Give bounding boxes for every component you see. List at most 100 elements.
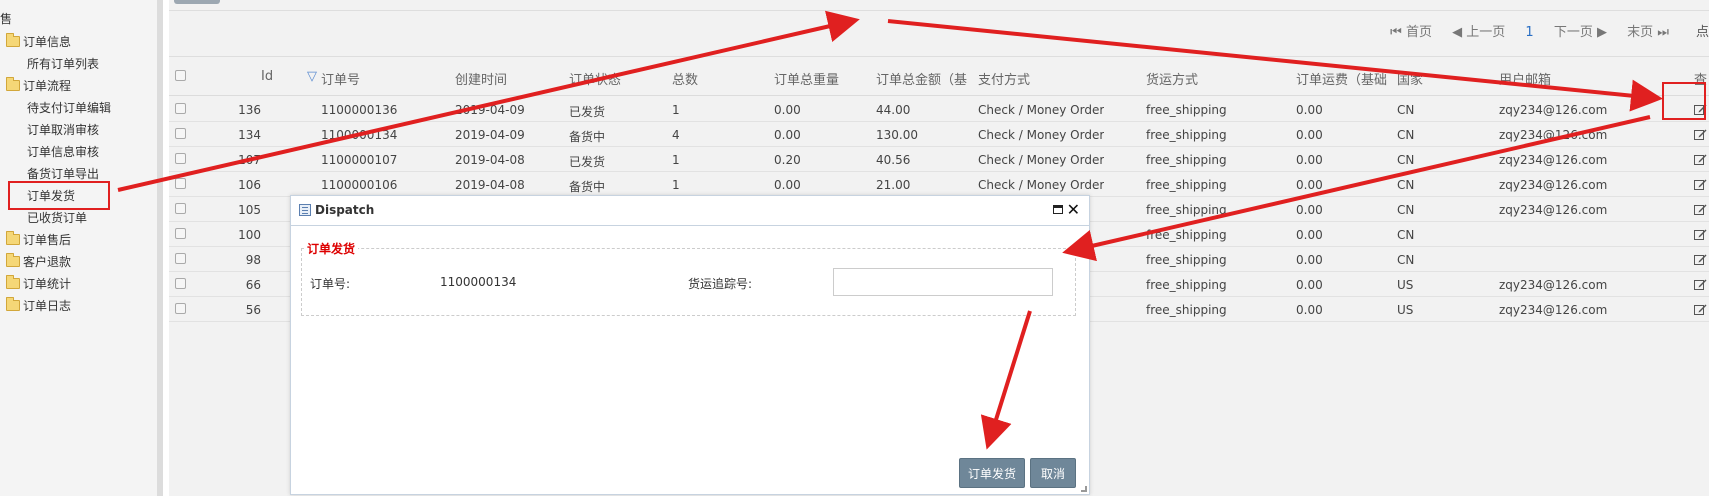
table-header: Id ▽ 订单号 创建时间 订单状态 总数 订单总重量 订单总金额（基 支付方式…	[169, 56, 1709, 96]
sidebar-item-label: 所有订单列表	[27, 57, 100, 71]
dialog-title: Dispatch	[315, 203, 375, 217]
sidebar-folder-statistics[interactable]: 订单统计	[6, 274, 71, 295]
cell-email: zqy234@126.com	[1499, 178, 1608, 192]
cell-id: 105	[238, 203, 261, 217]
close-icon[interactable]: ✕	[1067, 200, 1080, 220]
sidebar-folder-log[interactable]: 订单日志	[6, 296, 71, 317]
edit-icon[interactable]	[1694, 128, 1707, 140]
cell-status: 备货中	[569, 180, 606, 194]
pager-first-label: 首页	[1405, 25, 1432, 40]
edit-icon[interactable]	[1694, 203, 1707, 215]
cancel-button[interactable]: 取消	[1030, 458, 1076, 488]
sidebar-item-all-orders[interactable]: 所有订单列表	[27, 54, 99, 75]
tracking-no-label: 货运追踪号:	[688, 277, 753, 291]
cell-created: 2019-04-08	[455, 153, 525, 167]
edit-icon[interactable]	[1694, 278, 1707, 290]
sidebar-item-label: 订单流程	[23, 79, 72, 93]
cell-id: 98	[245, 253, 261, 267]
maximize-icon[interactable]	[1053, 205, 1063, 214]
row-checkbox[interactable]	[175, 303, 186, 314]
column-header-payment[interactable]: 支付方式	[978, 69, 1030, 88]
dialog-titlebar[interactable]: Dispatch ✕	[291, 196, 1089, 226]
column-header-freight[interactable]: 订单运费（基础	[1296, 69, 1396, 88]
pager-current[interactable]: 1	[1525, 25, 1533, 40]
cell-shipping: free_shipping	[1146, 178, 1227, 192]
first-page-icon: ⏮	[1390, 25, 1402, 40]
column-header-status[interactable]: 订单状态	[569, 69, 621, 88]
row-checkbox[interactable]	[175, 103, 186, 114]
row-checkbox[interactable]	[175, 203, 186, 214]
table-row[interactable]: 107 1100000107 2019-04-08 已发货 1 0.20 40.56 Chec…	[169, 147, 1709, 172]
pager-last-label: 末页	[1627, 25, 1654, 40]
folder-icon	[6, 231, 20, 245]
sort-icon[interactable]: ▽	[307, 69, 317, 84]
row-checkbox[interactable]	[175, 228, 186, 239]
edit-icon[interactable]	[1694, 253, 1707, 265]
cell-payment: Check / Money Order	[978, 153, 1105, 167]
edit-icon[interactable]	[1694, 228, 1707, 240]
pager-first[interactable]: ⏮ 首页	[1390, 25, 1432, 40]
sidebar-item-received[interactable]: 已收货订单	[27, 208, 87, 229]
cell-created: 2019-04-08	[455, 178, 525, 192]
cell-freight: 0.00	[1296, 153, 1323, 167]
table-row[interactable]: 134 1100000134 2019-04-09 备货中 4 0.00 130.00 Che…	[169, 122, 1709, 147]
sidebar-header: 售	[0, 12, 13, 26]
sidebar-folder-order-flow[interactable]: 订单流程	[6, 76, 71, 97]
sidebar-folder-refund[interactable]: 客户退款	[6, 252, 71, 273]
row-checkbox[interactable]	[175, 253, 186, 264]
sidebar-folder-order-info[interactable]: 订单信息	[6, 32, 71, 53]
cell-shipping: free_shipping	[1146, 278, 1227, 292]
edit-icon[interactable]	[1694, 153, 1707, 165]
column-header-email[interactable]: 用户邮箱	[1499, 69, 1551, 88]
sidebar-item-pending-payment[interactable]: 待支付订单编辑	[27, 98, 111, 119]
sidebar-item-info-review[interactable]: 订单信息审核	[27, 142, 99, 163]
sidebar-item-cancel-review[interactable]: 订单取消审核	[27, 120, 99, 141]
cell-total-weight: 0.00	[774, 178, 801, 192]
cell-shipping: free_shipping	[1146, 153, 1227, 167]
column-header-shipping[interactable]: 货运方式	[1146, 69, 1198, 88]
cell-email: zqy234@126.com	[1499, 278, 1608, 292]
cell-freight: 0.00	[1296, 178, 1323, 192]
dispatch-confirm-button[interactable]: 订单发货	[959, 458, 1025, 488]
sidebar-folder-after-sales[interactable]: 订单售后	[6, 230, 71, 251]
tracking-no-input[interactable]	[833, 268, 1053, 296]
pager-next-label: 下一页	[1553, 25, 1593, 40]
select-all-checkbox[interactable]	[175, 70, 186, 81]
pager-last[interactable]: 末页 ⏭	[1627, 25, 1669, 40]
column-header-created[interactable]: 创建时间	[455, 69, 507, 88]
cell-total-weight: 0.20	[774, 153, 801, 167]
sidebar-item-label: 已收货订单	[27, 211, 88, 225]
cell-freight: 0.00	[1296, 203, 1323, 217]
cell-total-count: 4	[672, 128, 680, 142]
row-checkbox[interactable]	[175, 278, 186, 289]
column-header-total-weight[interactable]: 订单总重量	[774, 69, 839, 88]
table-row[interactable]: 106 1100000106 2019-04-08 备货中 1 0.00 21.00 Chec…	[169, 172, 1709, 197]
cell-total-count: 1	[672, 153, 680, 167]
cell-id: 136	[238, 103, 261, 117]
sidebar-item-label: 备货订单导出	[27, 167, 100, 181]
resize-grip[interactable]	[1081, 486, 1087, 492]
column-header-total-count[interactable]: 总数	[672, 69, 698, 88]
cell-payment: Check / Money Order	[978, 128, 1105, 142]
row-checkbox[interactable]	[175, 153, 186, 164]
cell-country: CN	[1397, 103, 1415, 117]
column-header-order-no[interactable]: 订单号	[321, 69, 360, 88]
row-checkbox[interactable]	[175, 128, 186, 139]
pager-prev[interactable]: ◀ 上一页	[1452, 25, 1505, 40]
fieldset-legend: 订单发货	[304, 240, 359, 257]
pager-next[interactable]: 下一页 ▶	[1554, 25, 1607, 40]
column-header-id[interactable]: Id	[261, 69, 273, 84]
table-row[interactable]: 136 1100000136 2019-04-09 已发货 1 0.00 44.00 Chec…	[169, 97, 1709, 122]
pager-extra[interactable]: 点	[1696, 22, 1709, 44]
sidebar: 售 订单信息 所有订单列表 订单流程 待支付订单编辑 订单取消审核 订单信息审核…	[0, 0, 163, 496]
cell-created: 2019-04-09	[455, 128, 525, 142]
toolbar-button[interactable]	[174, 0, 220, 4]
column-header-total-amount[interactable]: 订单总金额（基	[876, 69, 976, 88]
cell-total-amount: 40.56	[876, 153, 911, 167]
annotation-box-sidebar	[8, 181, 110, 210]
cell-country: CN	[1397, 128, 1415, 142]
edit-icon[interactable]	[1694, 303, 1707, 315]
column-header-country[interactable]: 国家	[1397, 69, 1423, 88]
row-checkbox[interactable]	[175, 178, 186, 189]
edit-icon[interactable]	[1694, 178, 1707, 190]
